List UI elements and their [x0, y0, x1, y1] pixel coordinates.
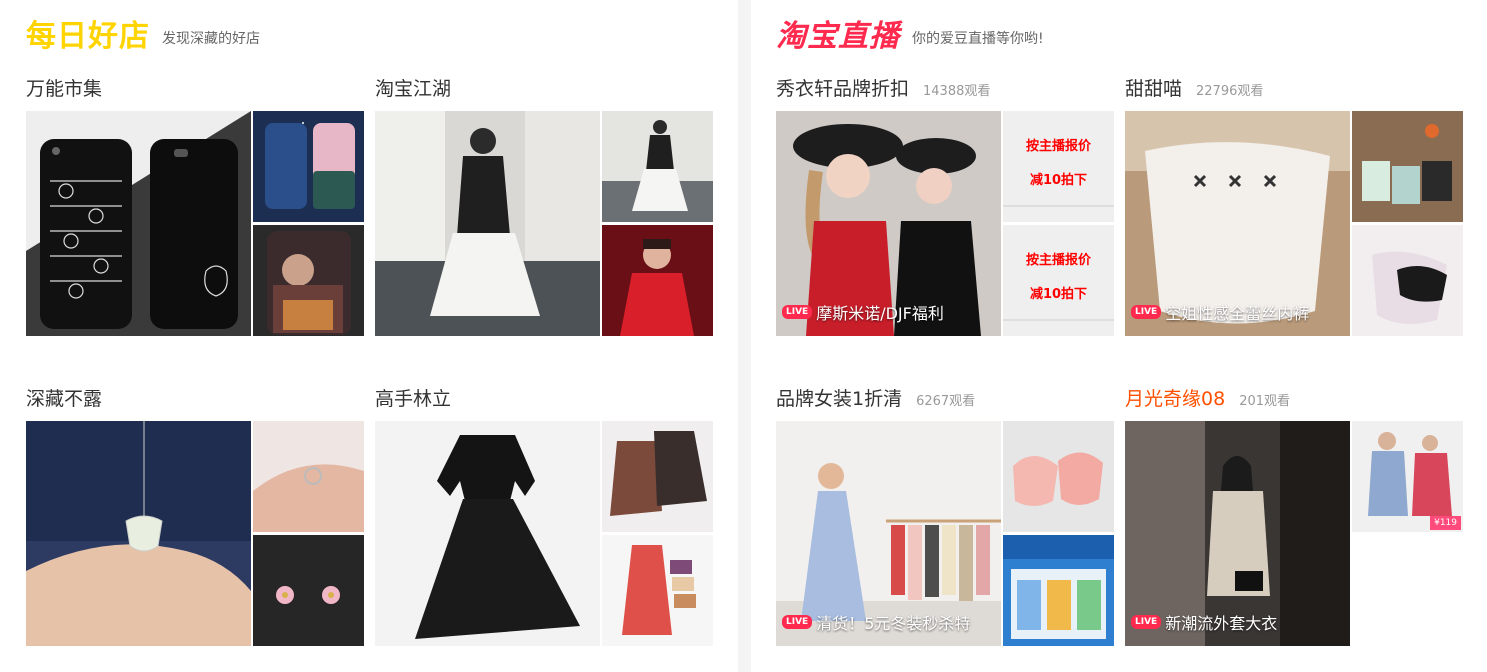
shop-card[interactable]: 万能市集 [26, 74, 364, 339]
viewer-count: 14388观看 [923, 84, 991, 99]
promo-line: 减10拍下 [1029, 287, 1088, 302]
live-card[interactable]: 月光奇缘08 201观看 LIVE 新潮流外套大衣 ¥119 [1125, 384, 1463, 649]
live-card-title[interactable]: 秀衣轩品牌折扣 [776, 74, 909, 101]
shop-card-header: 高手林立 [375, 384, 713, 418]
live-side-image[interactable]: ¥119 [1352, 421, 1463, 532]
shop-card-header: 深藏不露 [26, 384, 364, 418]
live-side-image[interactable]: 按主播报价 减10拍下 [1003, 225, 1114, 336]
shop-card-header: 淘宝江湖 [375, 74, 713, 108]
shop-side-image[interactable] [602, 225, 713, 336]
taobao-live-panel: 淘宝直播 你的爱豆直播等你哟! 秀衣轩品牌折扣 14388观看 LIVE 摩斯米… [751, 0, 1487, 672]
taobao-live-tagline: 你的爱豆直播等你哟! [912, 31, 1044, 47]
shop-side-image[interactable] [253, 111, 364, 222]
live-side-image[interactable]: 按主播报价 减10拍下 [1003, 111, 1114, 222]
live-main-image[interactable]: LIVE 新潮流外套大衣 [1125, 421, 1350, 646]
shop-side-image[interactable] [602, 535, 713, 646]
live-caption: 空姐性感全蕾丝内裤 [1165, 304, 1310, 323]
live-main-image[interactable]: LIVE 空姐性感全蕾丝内裤 [1125, 111, 1350, 336]
live-badge: LIVE [1131, 615, 1162, 629]
live-caption-bar: LIVE 摩斯米诺/DJF福利 [782, 300, 944, 324]
shop-side-image[interactable] [253, 225, 364, 336]
promo-line: 减10拍下 [1029, 173, 1088, 188]
live-side-image[interactable] [1352, 225, 1463, 336]
live-side-image[interactable] [1352, 111, 1463, 222]
daily-shops-logo[interactable]: 每日好店 [26, 18, 150, 56]
daily-shops-tagline: 发现深藏的好店 [162, 31, 260, 47]
live-badge: LIVE [1131, 305, 1162, 319]
shop-card-title[interactable]: 万能市集 [26, 74, 102, 101]
live-caption-bar: LIVE 新潮流外套大衣 [1131, 610, 1277, 634]
taobao-live-logo[interactable]: 淘宝直播 [776, 18, 900, 56]
live-side-image[interactable] [1003, 535, 1114, 646]
live-caption: 清货！5元冬装秒杀特 [816, 614, 971, 633]
live-caption-bar: LIVE 空姐性感全蕾丝内裤 [1131, 300, 1309, 324]
live-card-header: 秀衣轩品牌折扣 14388观看 [776, 74, 1114, 108]
viewer-count: 6267观看 [916, 394, 976, 409]
shop-main-image[interactable] [375, 421, 600, 646]
shop-side-image[interactable] [602, 111, 713, 222]
shop-main-image[interactable] [375, 111, 600, 336]
live-main-image[interactable]: LIVE 摩斯米诺/DJF福利 [776, 111, 1001, 336]
shop-side-image[interactable] [253, 535, 364, 646]
live-card-header: 品牌女装1折清 6267观看 [776, 384, 1114, 418]
promo-line: 按主播报价 [1025, 253, 1091, 268]
taobao-live-header: 淘宝直播 你的爱豆直播等你哟! [776, 18, 1044, 56]
live-card-header: 月光奇缘08 201观看 [1125, 384, 1463, 418]
shop-main-image[interactable] [26, 421, 251, 646]
live-card-header: 甜甜喵 22796观看 [1125, 74, 1463, 108]
live-card-title[interactable]: 品牌女装1折清 [776, 384, 902, 411]
shop-side-image[interactable] [253, 421, 364, 532]
viewer-count: 201观看 [1239, 394, 1291, 409]
live-caption: 摩斯米诺/DJF福利 [816, 304, 944, 323]
price-badge: ¥119 [1430, 516, 1461, 530]
shop-card-title[interactable]: 高手林立 [375, 384, 451, 411]
live-card-title[interactable]: 甜甜喵 [1125, 74, 1182, 101]
daily-shops-header: 每日好店 发现深藏的好店 [26, 18, 260, 56]
shop-side-image[interactable] [602, 421, 713, 532]
shop-card-title[interactable]: 淘宝江湖 [375, 74, 451, 101]
shop-card[interactable]: 淘宝江湖 [375, 74, 713, 339]
shop-main-image[interactable] [26, 111, 251, 336]
live-card[interactable]: 品牌女装1折清 6267观看 LIVE 清货！5元冬装秒杀特 [776, 384, 1114, 649]
viewer-count: 22796观看 [1196, 84, 1264, 99]
shop-card[interactable]: 深藏不露 [26, 384, 364, 649]
shop-card-header: 万能市集 [26, 74, 364, 108]
daily-shops-panel: 每日好店 发现深藏的好店 万能市集 淘宝江湖 深藏不露 高手林立 [0, 0, 738, 672]
live-caption-bar: LIVE 清货！5元冬装秒杀特 [782, 610, 970, 634]
shop-card-title[interactable]: 深藏不露 [26, 384, 102, 411]
live-badge: LIVE [782, 615, 813, 629]
live-card[interactable]: 甜甜喵 22796观看 LIVE 空姐性感全蕾丝内裤 [1125, 74, 1463, 339]
promo-line: 按主播报价 [1025, 139, 1091, 154]
live-badge: LIVE [782, 305, 813, 319]
live-main-image[interactable]: LIVE 清货！5元冬装秒杀特 [776, 421, 1001, 646]
live-side-image[interactable] [1003, 421, 1114, 532]
live-card-title[interactable]: 月光奇缘08 [1125, 384, 1225, 411]
shop-card[interactable]: 高手林立 [375, 384, 713, 649]
live-card[interactable]: 秀衣轩品牌折扣 14388观看 LIVE 摩斯米诺/DJF福利 按主播报价 减1… [776, 74, 1114, 339]
live-caption: 新潮流外套大衣 [1165, 614, 1278, 633]
